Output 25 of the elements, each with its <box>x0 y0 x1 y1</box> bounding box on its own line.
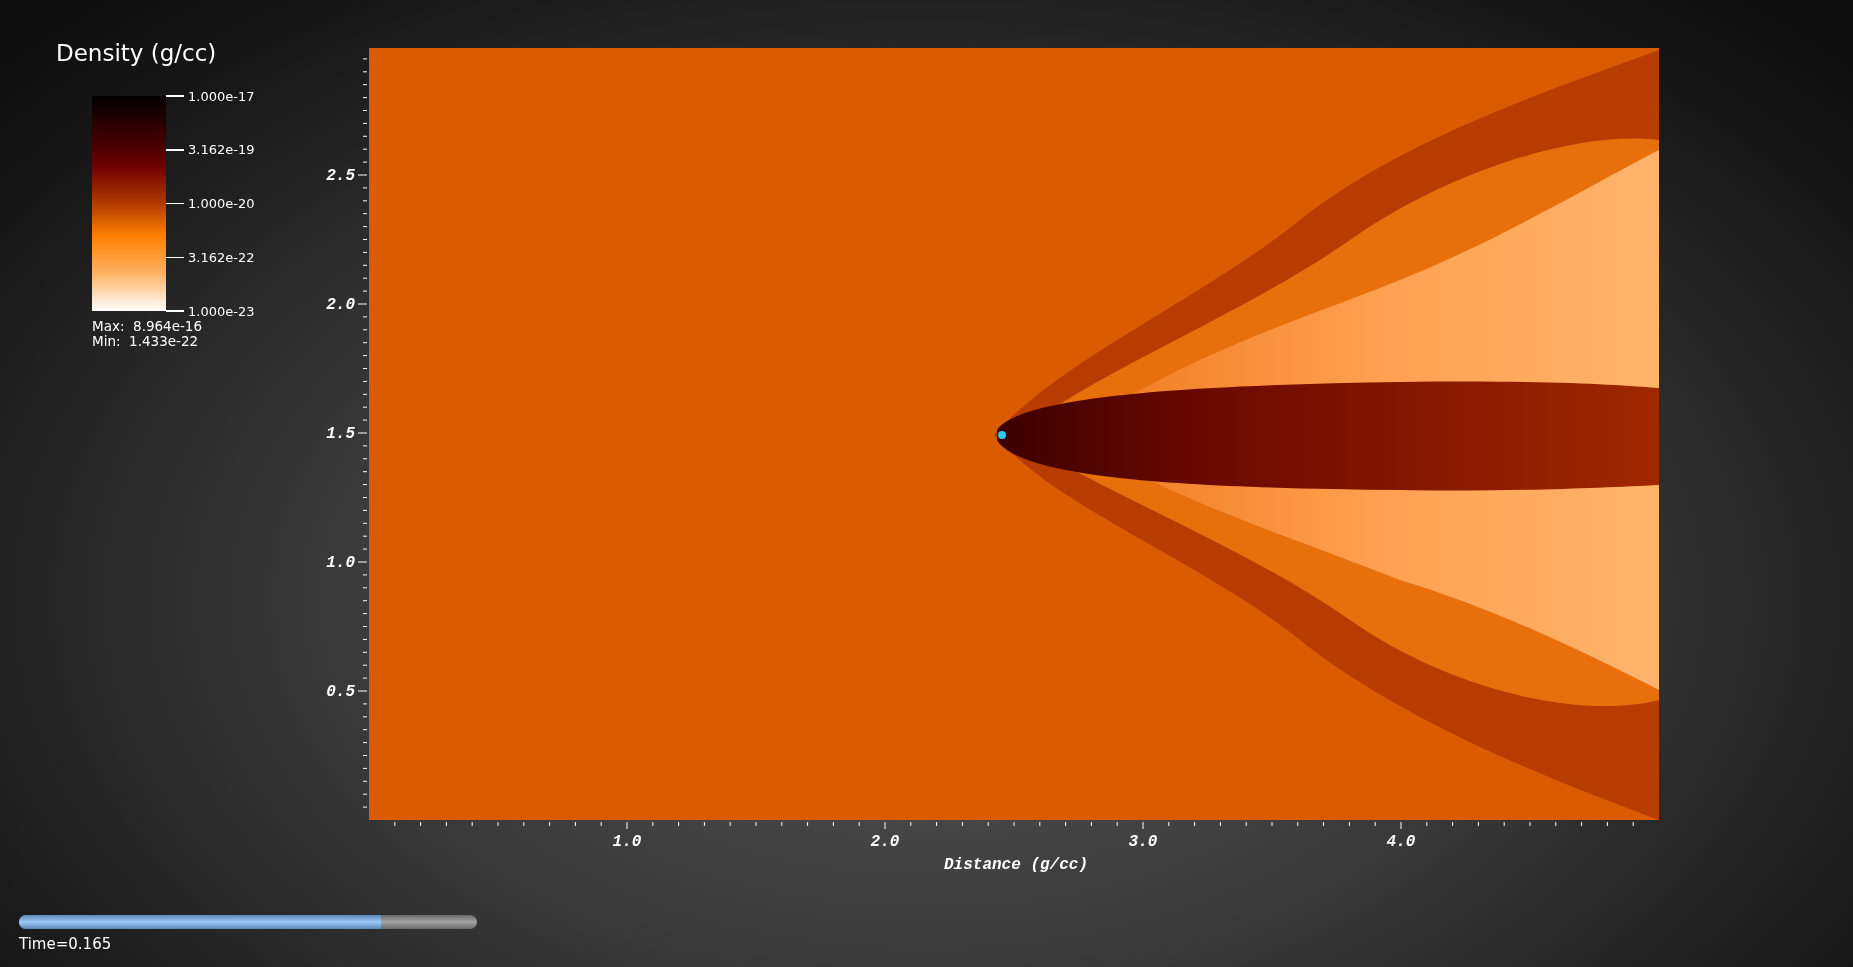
legend-min: Min: 1.433e-22 <box>92 334 200 349</box>
legend-tick-label: 1.000e-17 <box>188 88 255 104</box>
y-axis-label: 1.5 <box>326 425 355 443</box>
x-axis-title: Distance (g/cc) <box>944 856 1088 874</box>
y-axis-label: 2.0 <box>326 296 355 314</box>
time-label: Time=0.165 <box>19 935 113 953</box>
x-axis-label: 1.0 <box>612 833 642 851</box>
tick-mark <box>166 256 184 258</box>
legend-tick-label: 3.162e-22 <box>188 249 255 265</box>
x-axis-label: 4.0 <box>1386 833 1416 851</box>
legend-max: Max: 8.964e-16 <box>92 319 204 334</box>
y-axis-label: 0.5 <box>326 683 355 701</box>
legend-tick-label: 1.000e-20 <box>188 196 255 211</box>
x-axis-label: 2.0 <box>870 833 900 851</box>
legend-tick-label: 3.162e-19 <box>188 142 255 158</box>
y-axis-label: 1.0 <box>326 554 355 572</box>
x-axis-label: 3.0 <box>1128 833 1158 851</box>
tick-mark <box>166 310 184 312</box>
legend-title: Density (g/cc) <box>56 40 218 66</box>
time-slider[interactable] <box>19 915 477 929</box>
y-axis-label: 2.5 <box>326 167 355 185</box>
tick-mark <box>166 202 184 205</box>
tick-mark <box>166 95 184 97</box>
legend-tick-label: 1.000e-23 <box>188 303 255 319</box>
tick-mark <box>166 149 184 151</box>
